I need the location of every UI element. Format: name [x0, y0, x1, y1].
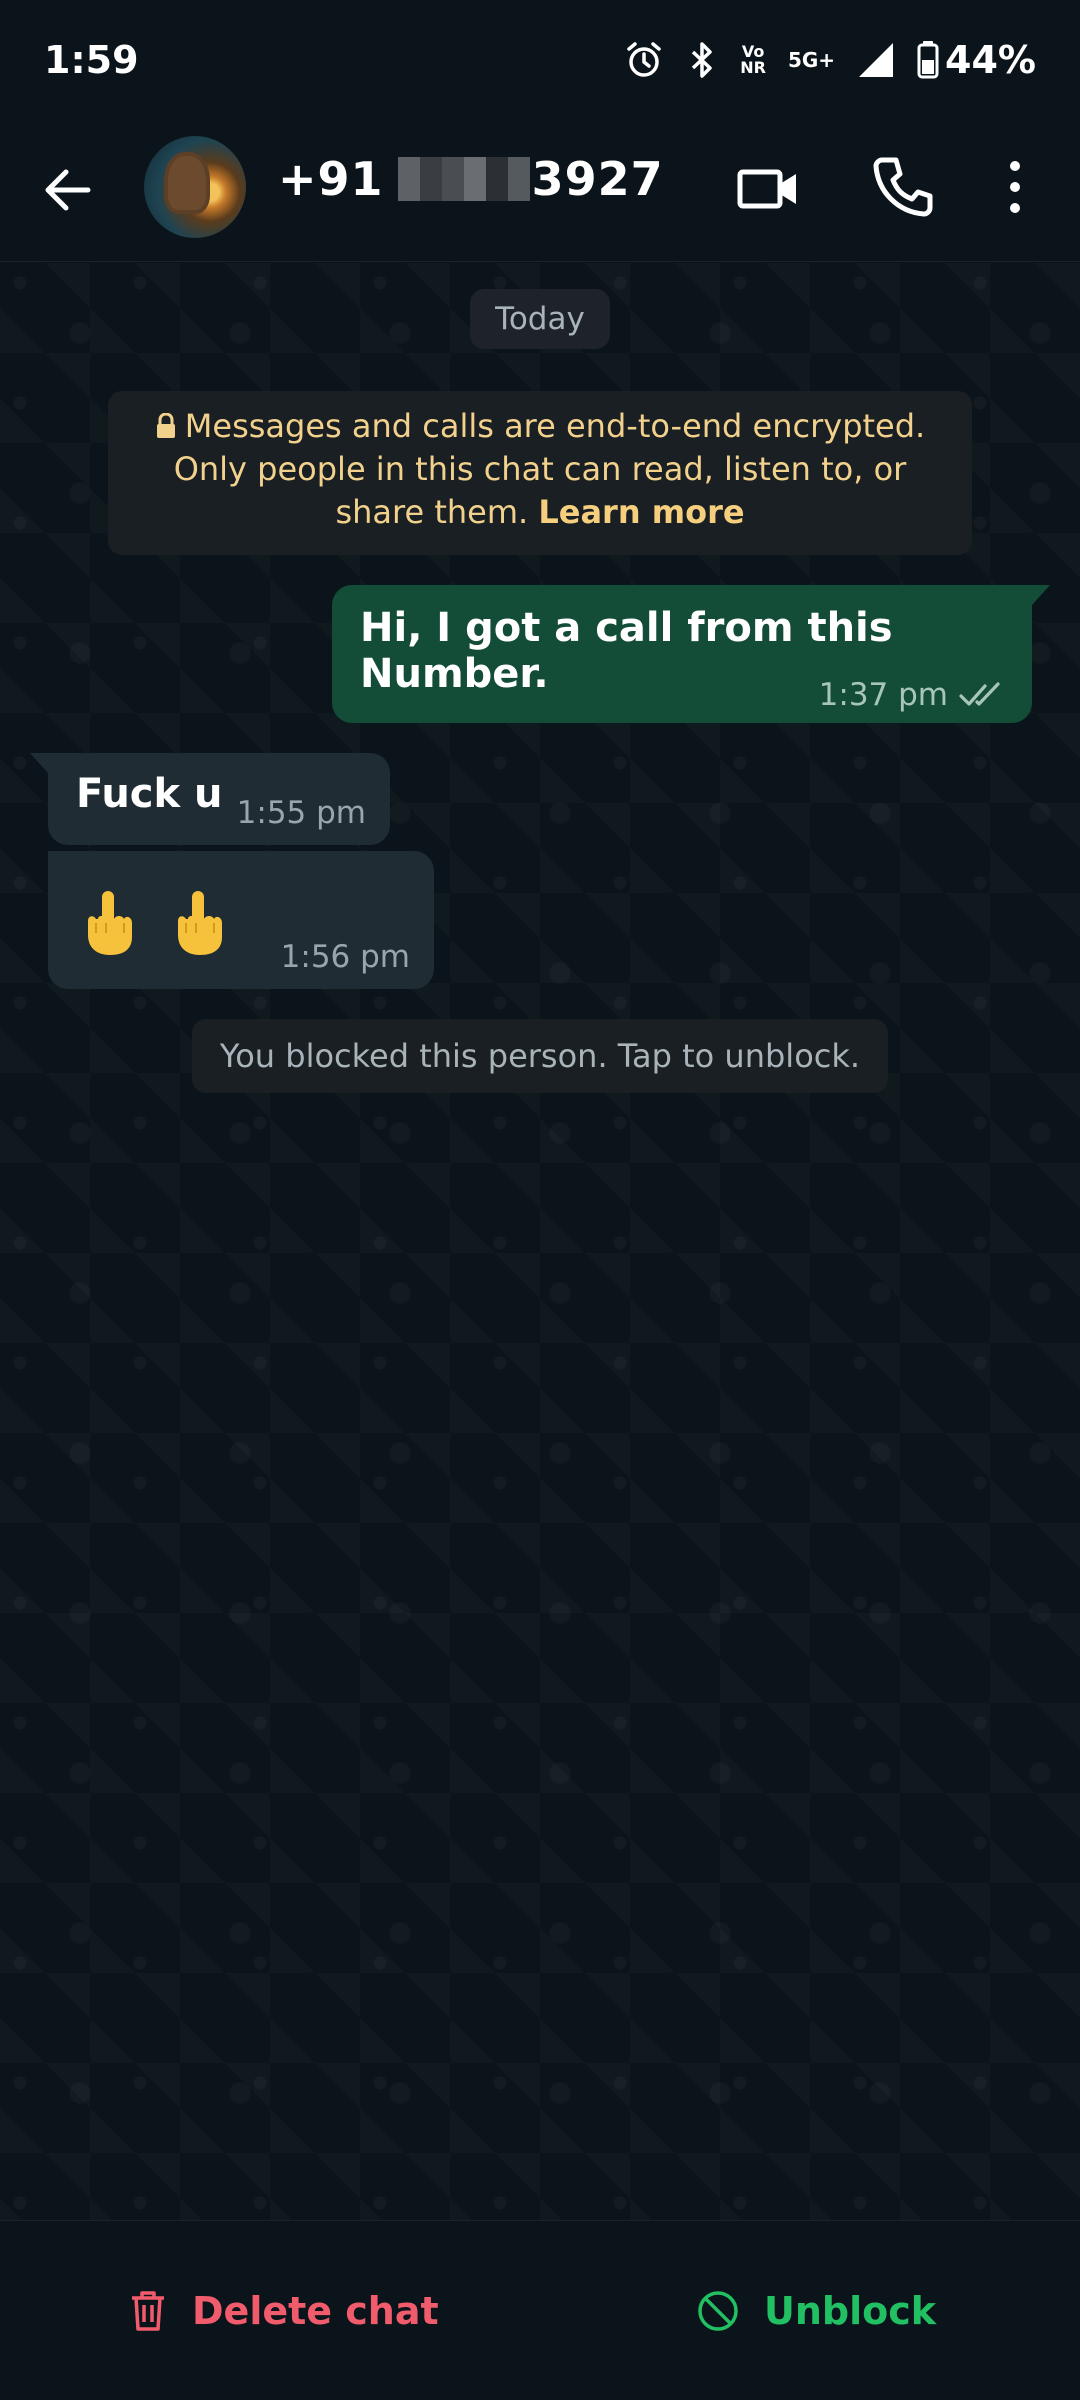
bluetooth-icon	[692, 42, 712, 78]
blocked-notice[interactable]: You blocked this person. Tap to unblock.	[192, 1019, 888, 1093]
message-time: 1:55 pm	[236, 795, 366, 831]
contact-prefix: +91	[278, 152, 384, 206]
delete-chat-button[interactable]: Delete chat	[128, 2271, 439, 2351]
emoji-message	[78, 889, 228, 957]
voice-call-icon[interactable]	[868, 152, 938, 222]
lock-icon	[156, 413, 175, 438]
unblock-label: Unblock	[764, 2289, 937, 2333]
video-call-icon[interactable]	[734, 154, 804, 224]
bottom-action-bar: Delete chat Unblock	[0, 2220, 1080, 2400]
alarm-icon	[627, 42, 661, 77]
learn-more-link[interactable]: Learn more	[538, 493, 744, 531]
date-chip: Today	[470, 289, 610, 349]
middle-finger-emoji-icon	[178, 891, 222, 955]
message-outgoing[interactable]: Hi, I got a call from this Number. 1:37 …	[332, 585, 1050, 723]
chat-header: +91 3927	[0, 120, 1080, 262]
message-time: 1:37 pm	[818, 677, 948, 713]
message-meta: 1:37 pm	[819, 677, 1006, 713]
unblock-button[interactable]: Unblock	[696, 2271, 936, 2351]
battery-percent: 44%	[945, 38, 1036, 82]
contact-name[interactable]: +91 3927	[278, 152, 664, 206]
block-icon	[698, 2291, 738, 2331]
status-bar: 1:59 Vo NR 5G+ 44%	[0, 0, 1080, 120]
battery-indicator: 44%	[917, 38, 1036, 82]
double-check-icon	[959, 682, 1000, 706]
status-time: 1:59	[44, 38, 139, 82]
back-arrow-icon[interactable]	[38, 158, 102, 222]
battery-icon	[917, 41, 939, 79]
redacted-number	[397, 156, 530, 202]
message-text: Fuck u	[76, 771, 223, 817]
volte-indicator: Vo NR	[740, 42, 766, 77]
encryption-notice[interactable]: Messages and calls are end-to-end encryp…	[108, 391, 972, 555]
message-incoming[interactable]: 1:56 pm	[48, 851, 434, 989]
signal-icon	[859, 43, 894, 77]
chat-area[interactable]: Today Messages and calls are end-to-end …	[0, 263, 1080, 2220]
delete-chat-label: Delete chat	[192, 2289, 439, 2333]
status-icons: Vo NR 5G+ 44%	[624, 38, 1036, 82]
message-time: 1:56 pm	[280, 939, 410, 975]
middle-finger-emoji-icon	[88, 891, 132, 955]
message-incoming[interactable]: Fuck u 1:55 pm	[30, 753, 390, 845]
more-options-icon[interactable]	[990, 152, 1040, 222]
trash-icon	[132, 2291, 164, 2331]
avatar[interactable]	[144, 136, 246, 238]
contact-suffix: 3927	[531, 152, 664, 206]
network-type-label: 5G+	[787, 48, 836, 72]
